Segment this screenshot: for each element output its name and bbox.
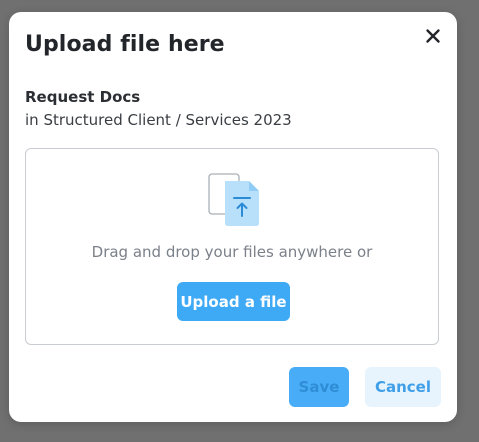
- modal-title: Upload file here: [25, 32, 225, 57]
- upload-modal: Upload file here Request Docs in Structu…: [9, 12, 457, 422]
- dropzone-instructions: Drag and drop your files anywhere or: [91, 243, 373, 261]
- file-upload-icon: [208, 173, 260, 227]
- close-icon: [426, 29, 440, 43]
- request-name: Request Docs: [25, 88, 141, 106]
- upload-file-button[interactable]: Upload a file: [177, 282, 290, 321]
- request-location: in Structured Client / Services 2023: [25, 111, 292, 129]
- close-button[interactable]: [425, 28, 441, 44]
- cancel-button[interactable]: Cancel: [365, 367, 441, 407]
- save-button[interactable]: Save: [289, 367, 349, 407]
- file-dropzone[interactable]: Drag and drop your files anywhere or Upl…: [25, 148, 439, 345]
